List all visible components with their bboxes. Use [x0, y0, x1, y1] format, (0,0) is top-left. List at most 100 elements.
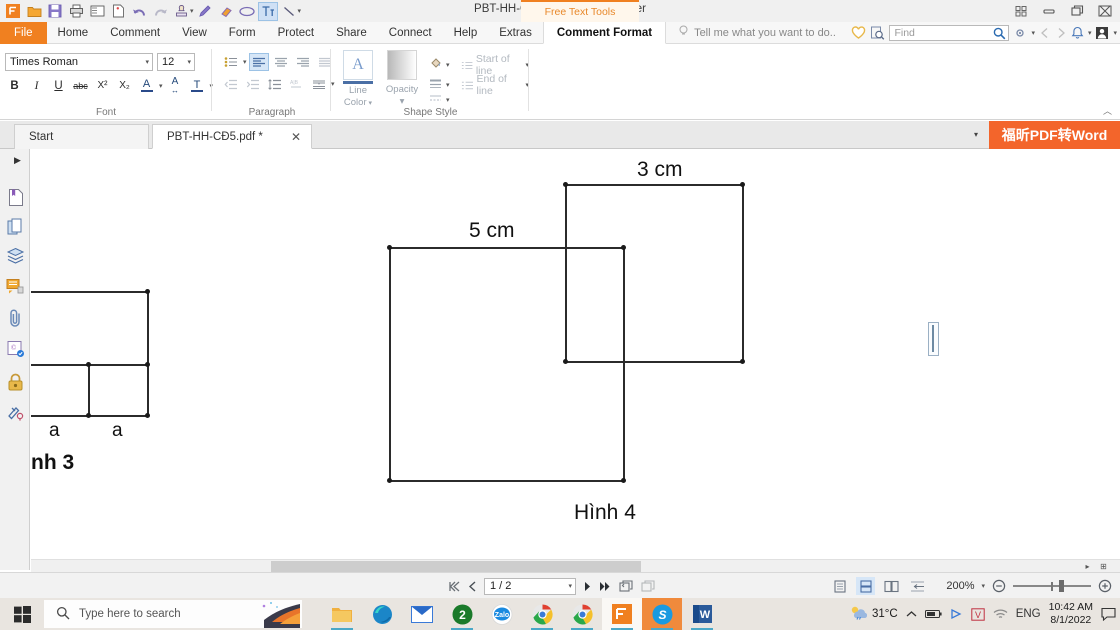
- split-view-button[interactable]: [908, 577, 927, 595]
- zoom-slider-thumb[interactable]: [1059, 580, 1064, 592]
- bullet-list-button[interactable]: [221, 53, 241, 71]
- font-name-combo[interactable]: Times Roman ▾: [5, 53, 153, 71]
- end-of-line-control[interactable]: End of line ▾: [461, 73, 529, 97]
- gear-icon[interactable]: [1013, 26, 1027, 40]
- previous-view-button[interactable]: [619, 579, 634, 593]
- opacity-caret-icon[interactable]: ▾: [382, 97, 422, 107]
- next-page-button[interactable]: [583, 581, 592, 592]
- doc-tab-list-caret-icon[interactable]: ▾: [974, 130, 978, 139]
- chrome-icon-2[interactable]: [562, 598, 602, 630]
- tab-protect[interactable]: Protect: [267, 22, 325, 44]
- stamp-icon[interactable]: [171, 2, 191, 21]
- strikethrough-button[interactable]: abc: [71, 76, 90, 95]
- font-size-combo[interactable]: 12 ▾: [157, 53, 195, 71]
- notification-bell-icon[interactable]: [1071, 26, 1084, 40]
- file-explorer-icon[interactable]: [322, 598, 362, 630]
- character-spacing-button[interactable]: A ↔: [166, 76, 185, 95]
- line-color-button[interactable]: A Line Color ▾: [338, 50, 378, 109]
- print-icon[interactable]: [66, 2, 86, 21]
- start-button[interactable]: [0, 598, 44, 630]
- line-weight-icon[interactable]: [428, 77, 443, 93]
- undo-icon[interactable]: [129, 2, 149, 21]
- security-icon[interactable]: [5, 371, 26, 392]
- open-icon[interactable]: [24, 2, 44, 21]
- battery-icon[interactable]: [924, 609, 942, 619]
- single-page-view-button[interactable]: [830, 577, 849, 595]
- subscript-button[interactable]: X₂: [115, 76, 134, 95]
- email-icon[interactable]: [87, 2, 107, 21]
- horizontal-scrollbar-thumb[interactable]: [271, 561, 641, 572]
- superscript-button[interactable]: X²: [93, 76, 112, 95]
- fill-color-caret-icon[interactable]: ▾: [446, 61, 450, 69]
- tab-file[interactable]: File: [0, 22, 47, 44]
- unikey-tray-icon[interactable]: V: [971, 607, 985, 621]
- document-view[interactable]: a a nh 3 3 cm 5 cm Hình 4: [31, 149, 1120, 570]
- eraser-icon[interactable]: [216, 2, 236, 21]
- opacity-button[interactable]: Opacity ▾: [382, 50, 422, 107]
- zoom-out-button[interactable]: [992, 579, 1006, 593]
- language-indicator[interactable]: ENG: [1016, 608, 1041, 620]
- free-text-annotation-cursor[interactable]: [928, 322, 939, 356]
- signatures-icon[interactable]: [5, 401, 26, 422]
- align-right-button[interactable]: [293, 53, 313, 71]
- line-weight-caret-icon[interactable]: ▾: [446, 81, 450, 89]
- layout-icon[interactable]: [1008, 1, 1034, 21]
- skype-icon[interactable]: S: [642, 598, 682, 630]
- tab-connect[interactable]: Connect: [378, 22, 443, 44]
- expand-panel-arrow-icon[interactable]: ▶: [14, 155, 21, 166]
- tab-comment-format[interactable]: Comment Format: [542, 22, 667, 44]
- typewriter-icon[interactable]: [257, 1, 278, 21]
- forward-arrow-icon[interactable]: [1055, 27, 1067, 39]
- create-pdf-icon[interactable]: [108, 2, 128, 21]
- unikey-icon[interactable]: 2: [442, 598, 482, 630]
- gear-dropdown-caret-icon[interactable]: ▾: [1031, 29, 1035, 37]
- bookmarks-icon[interactable]: [5, 187, 26, 208]
- taskbar-widget-art[interactable]: [258, 600, 302, 628]
- font-name-caret-icon[interactable]: ▾: [145, 58, 149, 66]
- close-icon[interactable]: [1092, 1, 1118, 21]
- ellipse-icon[interactable]: [237, 2, 257, 21]
- search-document-icon[interactable]: [870, 26, 885, 40]
- doc-tab-pbt-hh-cd5[interactable]: PBT-HH-CĐ5.pdf * ✕: [152, 124, 312, 149]
- edge-icon[interactable]: [362, 598, 402, 630]
- increase-indent-button[interactable]: [243, 75, 263, 93]
- layers-icon[interactable]: [5, 245, 26, 266]
- stamps-icon[interactable]: ©: [5, 338, 26, 359]
- find-search-icon[interactable]: [993, 27, 1006, 43]
- clock[interactable]: 10:42 AM 8/1/2022: [1049, 601, 1093, 627]
- avatar[interactable]: [1095, 26, 1109, 40]
- paragraph-spacing-button[interactable]: [309, 75, 329, 93]
- last-page-button[interactable]: [599, 581, 612, 592]
- tab-form[interactable]: Form: [218, 22, 267, 44]
- line-icon[interactable]: [279, 2, 299, 21]
- wifi-icon[interactable]: [993, 608, 1008, 620]
- zoom-slider[interactable]: [1013, 579, 1091, 593]
- continuous-view-button[interactable]: [856, 577, 876, 595]
- tab-help[interactable]: Help: [443, 22, 489, 44]
- italic-button[interactable]: I: [27, 76, 46, 95]
- redo-icon[interactable]: [150, 2, 170, 21]
- doc-tab-start[interactable]: Start: [14, 124, 149, 149]
- horizontal-scrollbar[interactable]: ▸ ⊞: [31, 559, 1120, 572]
- text-direction-button[interactable]: A|B: [287, 75, 307, 93]
- chrome-icon[interactable]: [522, 598, 562, 630]
- scroll-right-icon[interactable]: ▸: [1081, 561, 1094, 572]
- mail-icon[interactable]: [402, 598, 442, 630]
- foxit-logo-icon[interactable]: [3, 2, 23, 21]
- text-style-button[interactable]: T: [188, 76, 207, 95]
- decrease-indent-button[interactable]: [221, 75, 241, 93]
- page-number-input[interactable]: 1 / 2 ▾: [484, 577, 576, 595]
- previous-page-button[interactable]: [468, 580, 477, 592]
- doc-tab-close-icon[interactable]: ✕: [291, 130, 301, 144]
- tab-comment[interactable]: Comment: [99, 22, 171, 44]
- underline-button[interactable]: U: [49, 76, 68, 95]
- heart-icon[interactable]: [851, 26, 866, 40]
- minimize-icon[interactable]: [1036, 1, 1062, 21]
- zalo-icon[interactable]: Zalo: [482, 598, 522, 630]
- tab-view[interactable]: View: [171, 22, 218, 44]
- next-view-button[interactable]: [641, 579, 656, 593]
- promo-banner[interactable]: 福昕PDF转Word: [989, 121, 1120, 149]
- facing-view-button[interactable]: [882, 577, 901, 595]
- zoom-level-value[interactable]: 200%: [934, 580, 974, 592]
- find-input[interactable]: Find: [889, 25, 1010, 43]
